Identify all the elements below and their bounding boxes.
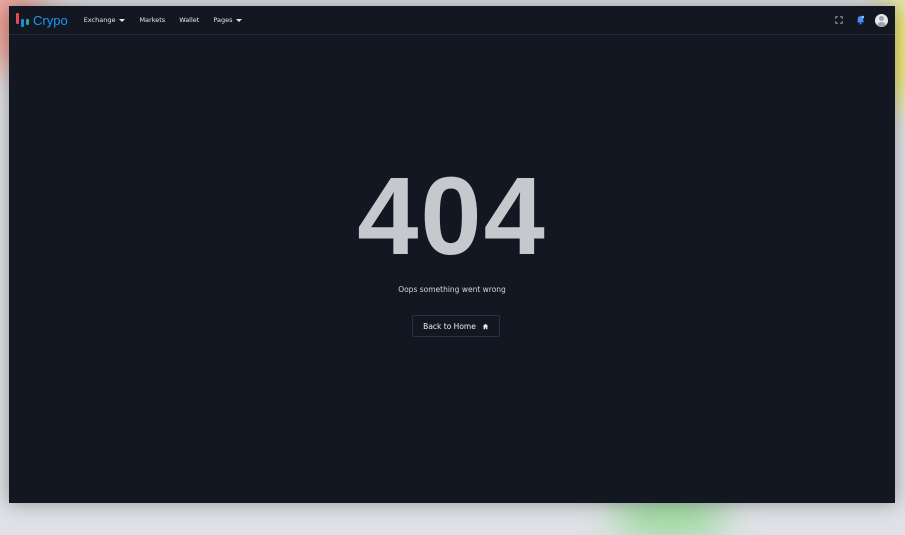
brand-name: Crypo: [33, 12, 68, 28]
notification-bell-icon: [856, 15, 864, 25]
brand-logo[interactable]: Crypo: [16, 13, 68, 28]
nav-item-label: Exchange: [83, 16, 116, 24]
home-icon: [482, 323, 489, 330]
fullscreen-icon: [835, 16, 843, 24]
back-to-home-label: Back to Home: [423, 321, 476, 331]
nav-item-pages[interactable]: Pages: [213, 16, 243, 24]
caret-down-icon: [119, 18, 126, 22]
nav-item-markets[interactable]: Markets: [139, 16, 165, 24]
top-navbar: Crypo Exchange Markets Wallet Pages: [9, 6, 895, 35]
error-message: Oops something went wrong: [398, 285, 506, 294]
error-code: 404: [357, 155, 547, 278]
app-window: Crypo Exchange Markets Wallet Pages 404 …: [9, 6, 895, 503]
navbar-actions: [826, 12, 888, 28]
nav-item-wallet[interactable]: Wallet: [179, 16, 199, 24]
notification-button[interactable]: [852, 12, 868, 28]
nav-item-exchange[interactable]: Exchange: [84, 16, 126, 24]
nav-item-label: Markets: [139, 16, 166, 24]
error-page-content: 404 Oops something went wrong Back to Ho…: [9, 35, 895, 503]
caret-down-icon: [236, 18, 243, 22]
nav-item-label: Wallet: [179, 16, 200, 24]
user-avatar[interactable]: [875, 13, 888, 27]
brand-logo-icon: [16, 13, 29, 27]
nav-item-label: Pages: [213, 16, 233, 24]
back-to-home-button[interactable]: Back to Home: [412, 315, 500, 337]
fullscreen-button[interactable]: [831, 12, 847, 28]
